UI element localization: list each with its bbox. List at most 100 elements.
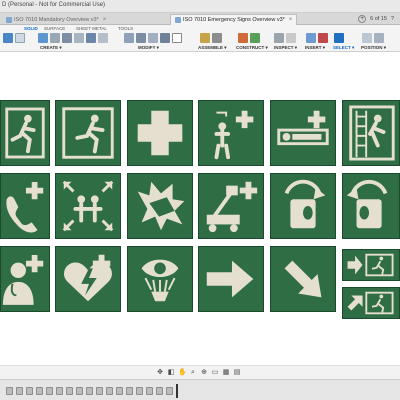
close-icon[interactable]: × <box>103 17 107 23</box>
tab-tools[interactable]: TOOLS <box>118 26 133 31</box>
arrow-right-icon <box>206 260 254 298</box>
timeline-item[interactable] <box>116 387 123 395</box>
insert-image-icon[interactable] <box>306 33 316 43</box>
interference-icon[interactable] <box>286 33 296 43</box>
document-tab-label: ISO 7010 Emergency Signs Overview v3* <box>183 17 285 23</box>
eyewash-sign[interactable] <box>127 246 193 312</box>
arrow-down-right-sign[interactable] <box>270 246 336 312</box>
close-icon[interactable]: × <box>289 17 293 23</box>
fillet-icon[interactable] <box>136 33 146 43</box>
capture-position-icon[interactable] <box>362 33 372 43</box>
timeline-item[interactable] <box>126 387 133 395</box>
timeline-marker[interactable] <box>176 384 178 398</box>
assemble-menu[interactable]: ASSEMBLE ▾ <box>198 45 227 51</box>
construct-menu[interactable]: CONSTRUCT ▾ <box>236 45 268 51</box>
door-rotate-right-icon <box>284 179 326 229</box>
joint-icon[interactable] <box>200 33 210 43</box>
timeline-item[interactable] <box>36 387 43 395</box>
timeline <box>0 379 400 400</box>
design-workspace-icon[interactable] <box>3 33 13 43</box>
extrude-icon[interactable] <box>50 33 60 43</box>
revolve-icon[interactable] <box>62 33 72 43</box>
door-rotate-right-sign[interactable] <box>270 173 336 239</box>
shell-icon[interactable] <box>160 33 170 43</box>
create-menu[interactable]: CREATE ▾ <box>40 45 62 51</box>
timeline-item[interactable] <box>86 387 93 395</box>
look-at-icon[interactable]: ◧ <box>167 369 175 377</box>
zoom-icon[interactable]: ⌕ <box>189 369 197 377</box>
undo-icon[interactable] <box>15 33 25 43</box>
help-icon[interactable]: ? <box>391 16 394 22</box>
assembly-point-sign[interactable] <box>55 173 121 239</box>
timeline-item[interactable] <box>166 387 173 395</box>
inspect-menu[interactable]: INSPECT ▾ <box>274 45 297 51</box>
emergency-shower-sign[interactable] <box>198 100 264 166</box>
emergency-telephone-sign[interactable] <box>0 173 50 239</box>
rigid-group-icon[interactable] <box>212 33 222 43</box>
viewports-icon[interactable]: ▤ <box>233 369 241 377</box>
select-menu[interactable]: SELECT ▾ <box>333 45 354 51</box>
timeline-item[interactable] <box>96 387 103 395</box>
timeline-item[interactable] <box>6 387 13 395</box>
timeline-item[interactable] <box>156 387 163 395</box>
break-glass-sign[interactable] <box>127 173 193 239</box>
timeline-item[interactable] <box>46 387 53 395</box>
grid-icon[interactable]: ▦ <box>222 369 230 377</box>
timeline-item[interactable] <box>56 387 63 395</box>
emergency-exit-running-sign[interactable] <box>55 100 121 166</box>
doctor-sign[interactable] <box>0 246 50 312</box>
pan-icon[interactable]: ✋ <box>178 369 187 377</box>
timeline-item[interactable] <box>136 387 143 395</box>
move-icon[interactable] <box>172 33 182 43</box>
tab-solid[interactable]: SOLID <box>24 26 38 31</box>
press-pull-icon[interactable] <box>124 33 134 43</box>
display-settings-icon[interactable]: ▭ <box>211 369 219 377</box>
exit-arrow-small-sign-2[interactable] <box>342 287 400 319</box>
orbit-icon[interactable]: ✥ <box>156 369 164 377</box>
timeline-item[interactable] <box>26 387 33 395</box>
revert-position-icon[interactable] <box>374 33 384 43</box>
document-icon <box>6 16 12 23</box>
timeline-item[interactable] <box>76 387 83 395</box>
tab-surface[interactable]: SURFACE <box>44 26 65 31</box>
timeline-item[interactable] <box>66 387 73 395</box>
hole-icon[interactable] <box>74 33 84 43</box>
design-canvas[interactable] <box>0 53 400 365</box>
modify-menu[interactable]: MODIFY ▾ <box>138 45 159 51</box>
position-menu[interactable]: POSITION ▾ <box>361 45 386 51</box>
fit-icon[interactable]: ⊕ <box>200 369 208 377</box>
stretcher-sign[interactable] <box>270 100 336 166</box>
insert-mesh-icon[interactable] <box>318 33 328 43</box>
door-rotate-left-sign[interactable] <box>342 173 400 239</box>
main-toolbar: SOLID SURFACE SHEET METAL TOOLS CREATE ▾… <box>0 25 400 52</box>
document-tab-active[interactable]: ISO 7010 Emergency Signs Overview v3* × <box>170 14 298 25</box>
insert-menu[interactable]: INSERT ▾ <box>305 45 325 51</box>
timeline-item[interactable] <box>146 387 153 395</box>
tab-sheet-metal[interactable]: SHEET METAL <box>76 26 107 31</box>
arrow-down-right-icon <box>284 260 322 298</box>
select-icon[interactable] <box>334 33 344 43</box>
escape-ladder-sign[interactable] <box>342 100 400 166</box>
new-tab-icon[interactable]: + <box>358 15 367 23</box>
exit-arrow-small-2-icon <box>347 291 394 315</box>
document-tab[interactable]: ISO 7010 Mandatory Overview v3* × <box>2 14 110 25</box>
exit-arrow-small-sign[interactable] <box>342 249 400 281</box>
midplane-icon[interactable] <box>250 33 260 43</box>
timeline-item[interactable] <box>106 387 113 395</box>
measure-icon[interactable] <box>274 33 284 43</box>
emergency-exit-left-sign[interactable] <box>0 100 50 166</box>
emergency-telephone-icon <box>6 182 44 233</box>
defibrillator-sign[interactable] <box>55 246 121 312</box>
app-title: D (Personal - Not for Commercial Use) <box>2 2 106 8</box>
arrow-right-sign[interactable] <box>198 246 264 312</box>
first-aid-sign[interactable] <box>127 100 193 166</box>
document-tab-label: ISO 7010 Mandatory Overview v3* <box>14 16 99 23</box>
pattern-icon[interactable] <box>86 33 96 43</box>
chamfer-icon[interactable] <box>148 33 158 43</box>
box-icon[interactable] <box>98 33 108 43</box>
evacuation-chair-lift-sign[interactable] <box>198 173 264 239</box>
offset-plane-icon[interactable] <box>238 33 248 43</box>
sketch-icon[interactable] <box>38 33 48 43</box>
timeline-item[interactable] <box>16 387 23 395</box>
document-tab-bar: ISO 7010 Mandatory Overview v3* × ISO 70… <box>0 13 400 25</box>
